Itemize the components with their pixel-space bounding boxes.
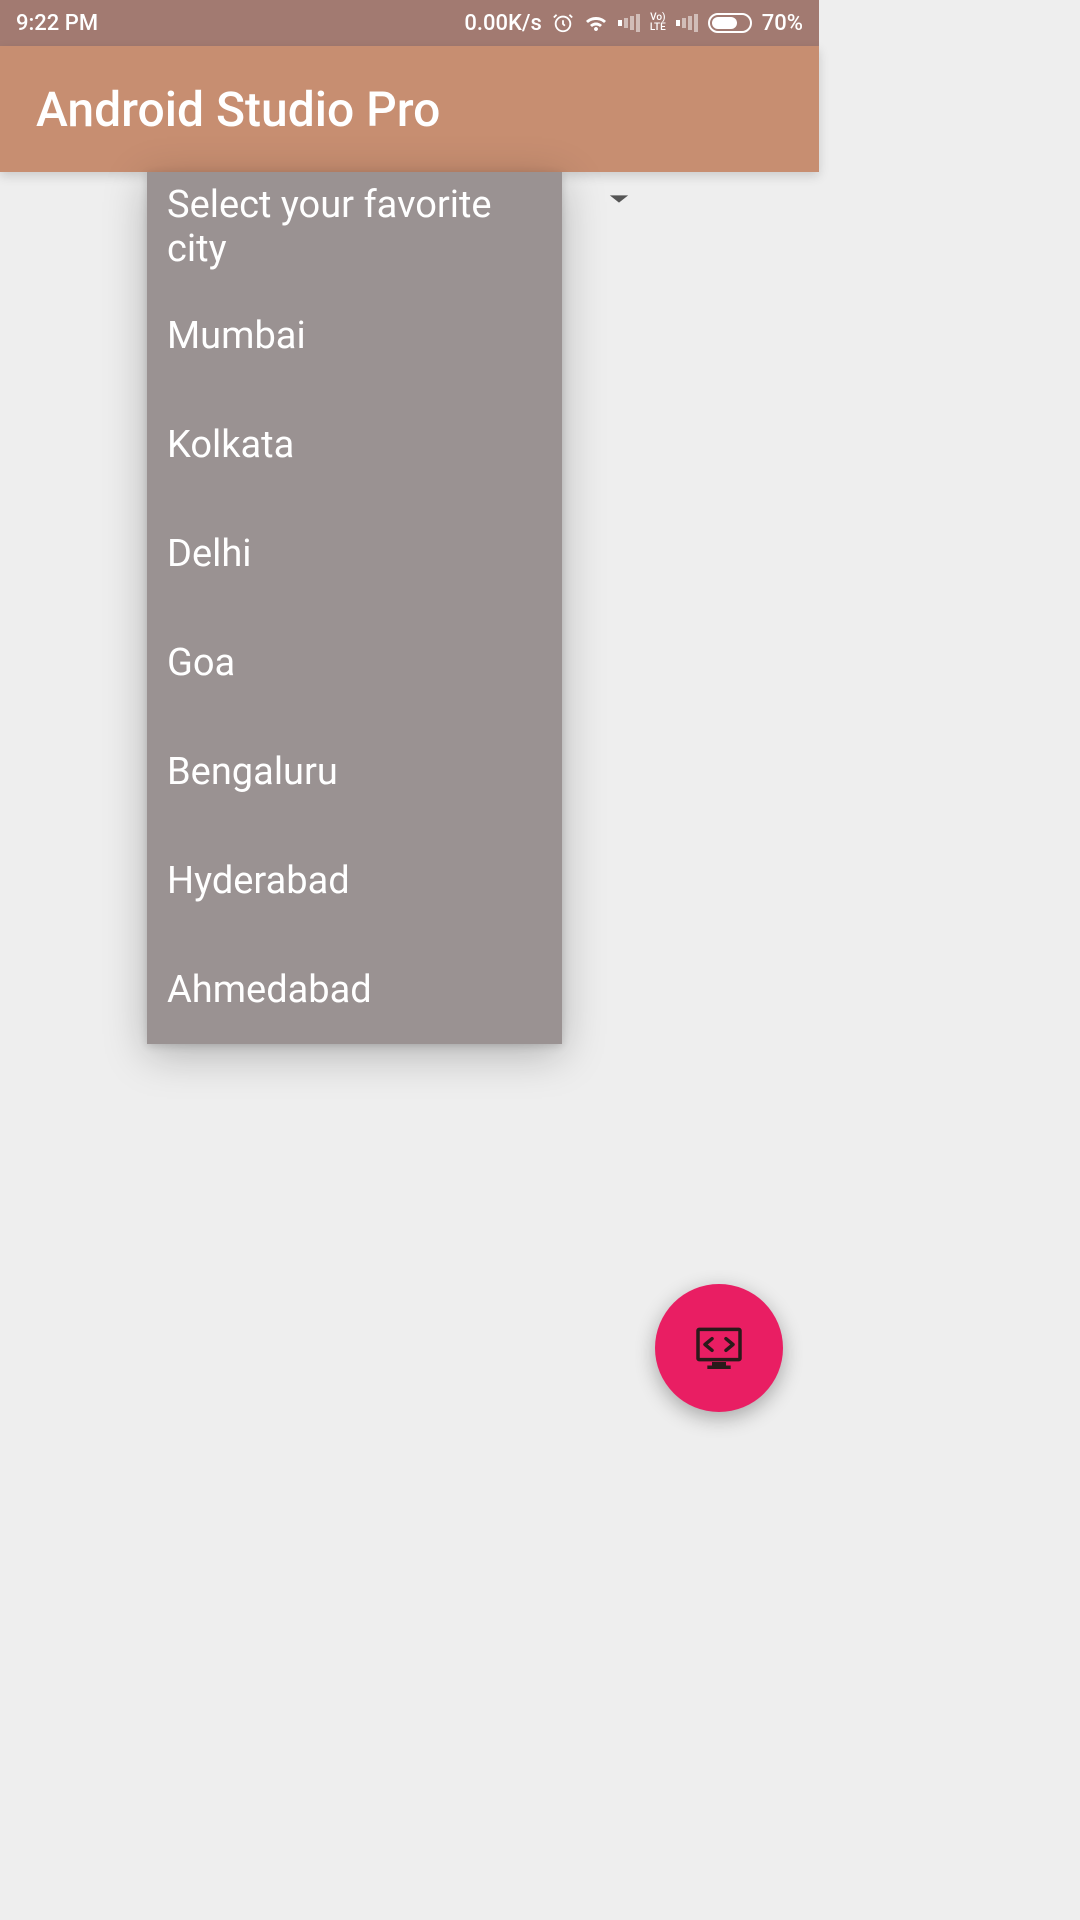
battery-percent: 70% [762,11,803,36]
dropdown-item-label: Mumbai [167,314,306,358]
dropdown-item-bengaluru[interactable]: Bengaluru [147,717,562,826]
signal-icon-1 [618,14,640,32]
app-title: Android Studio Pro [36,81,440,138]
dropdown-item-hyderabad[interactable]: Hyderabad [147,826,562,935]
content-area: city Select your favorite city Mumbai Ko… [0,172,819,1456]
status-bar: 9:22 PM 0.00K/s Vo)LTE 70% [0,0,819,46]
dropdown-item-label: Delhi [167,532,252,576]
dropdown-item-mumbai[interactable]: Mumbai [147,281,562,390]
chevron-down-icon [608,193,630,205]
time-label: 9:22 PM [16,11,98,36]
signal-icon-2 [676,14,698,32]
spinner-arrow[interactable] [608,190,630,209]
volte-icon: Vo)LTE [650,13,666,33]
fab-button[interactable] [655,1284,783,1412]
dropdown-item-label: Kolkata [167,423,294,467]
status-icons: 0.00K/s Vo)LTE 70% [464,11,803,36]
monitor-code-icon [691,1320,747,1376]
wifi-icon [584,11,608,35]
dropdown-item-label: Ahmedabad [167,968,372,1012]
battery-icon [708,13,752,33]
dropdown-item-label: Hyderabad [167,859,350,903]
dropdown-item-delhi[interactable]: Delhi [147,499,562,608]
alarm-icon [552,12,574,34]
dropdown-item-label: Goa [167,641,235,685]
app-bar: Android Studio Pro [0,46,819,172]
dropdown-item-label: Select your favorite city [167,183,542,271]
city-dropdown[interactable]: Select your favorite city Mumbai Kolkata… [147,172,562,1044]
dropdown-item-goa[interactable]: Goa [147,608,562,717]
network-speed: 0.00K/s [464,11,541,36]
dropdown-item-ahmedabad[interactable]: Ahmedabad [147,935,562,1044]
dropdown-item-placeholder[interactable]: Select your favorite city [147,172,562,281]
dropdown-item-label: Bengaluru [167,750,338,794]
status-time: 9:22 PM [16,11,98,36]
dropdown-item-kolkata[interactable]: Kolkata [147,390,562,499]
